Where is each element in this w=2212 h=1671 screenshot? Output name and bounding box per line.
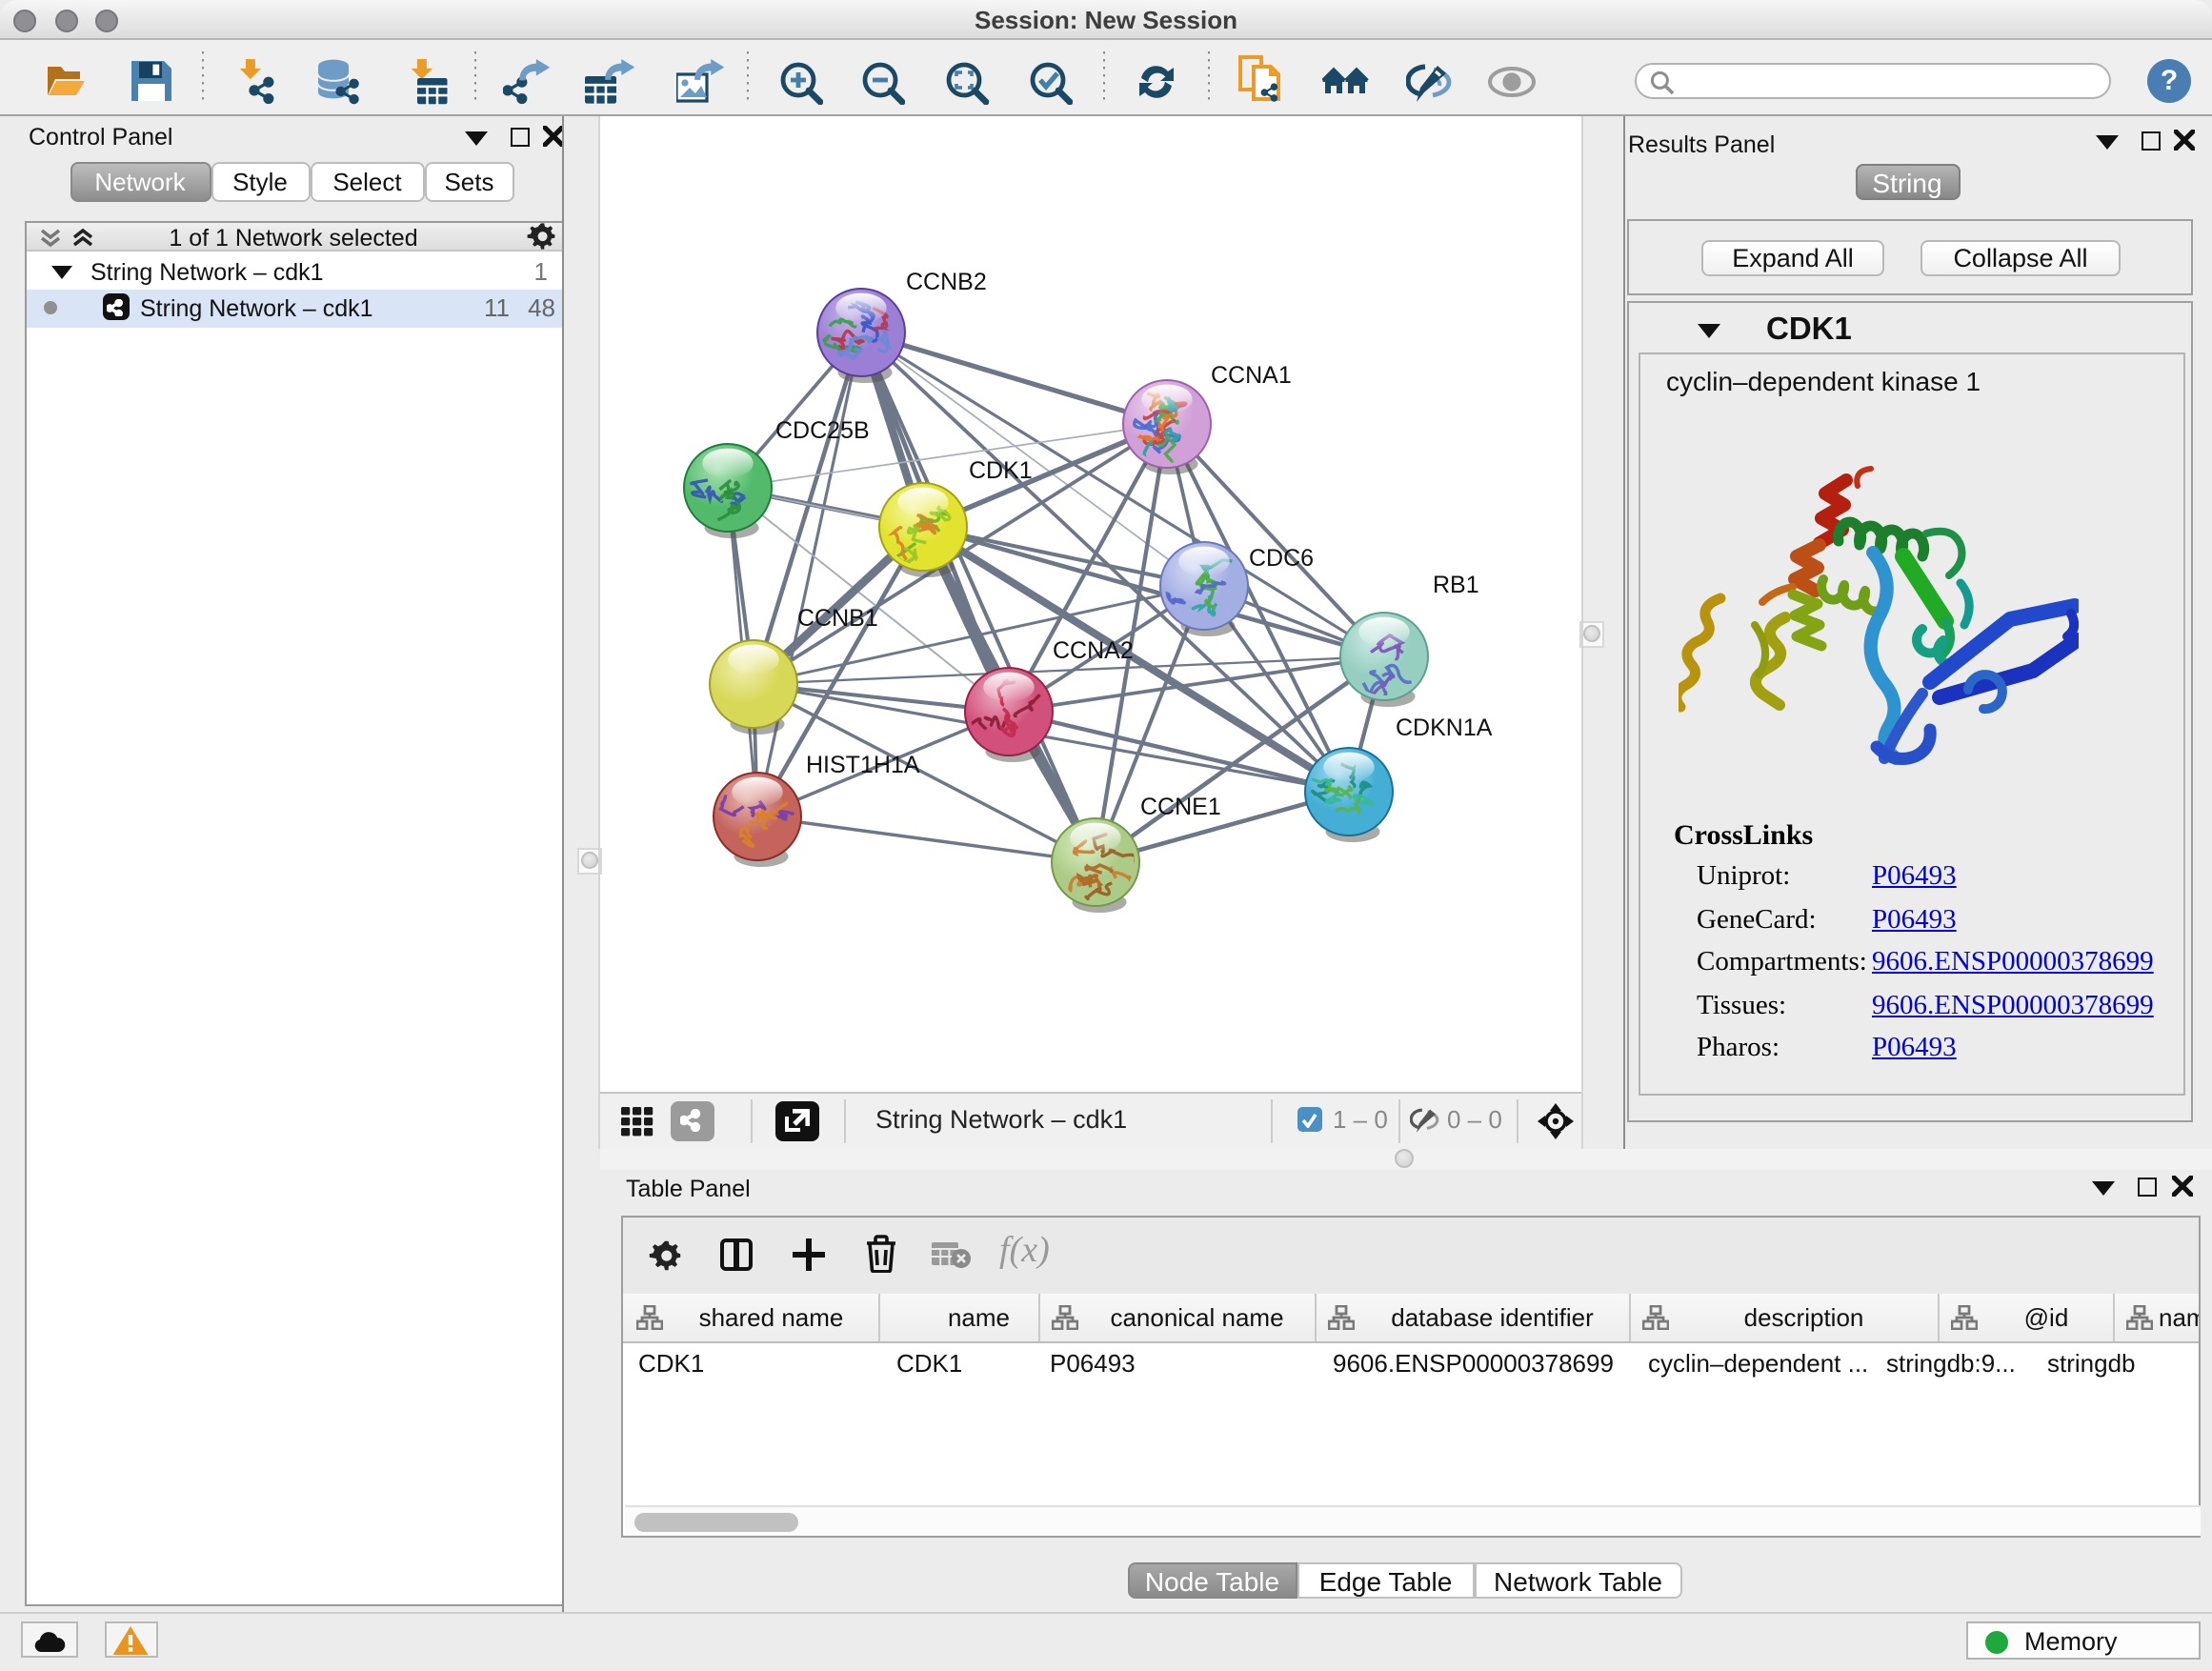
svg-text:CCNE1: CCNE1 [1139,794,1220,820]
svg-text:CCNA2: CCNA2 [1052,637,1133,664]
svg-text:CCNA1: CCNA1 [1210,362,1291,389]
svg-text:CDC6: CDC6 [1248,545,1313,572]
svg-text:RB1: RB1 [1432,572,1478,598]
svg-text:CCNB1: CCNB1 [796,605,877,632]
svg-text:HIST1H1A: HIST1H1A [805,752,919,778]
svg-text:CCNB2: CCNB2 [905,269,986,295]
svg-text:CDKN1A: CDKN1A [1395,715,1492,741]
svg-text:CDC25B: CDC25B [774,417,869,444]
svg-text:CDK1: CDK1 [968,457,1032,484]
